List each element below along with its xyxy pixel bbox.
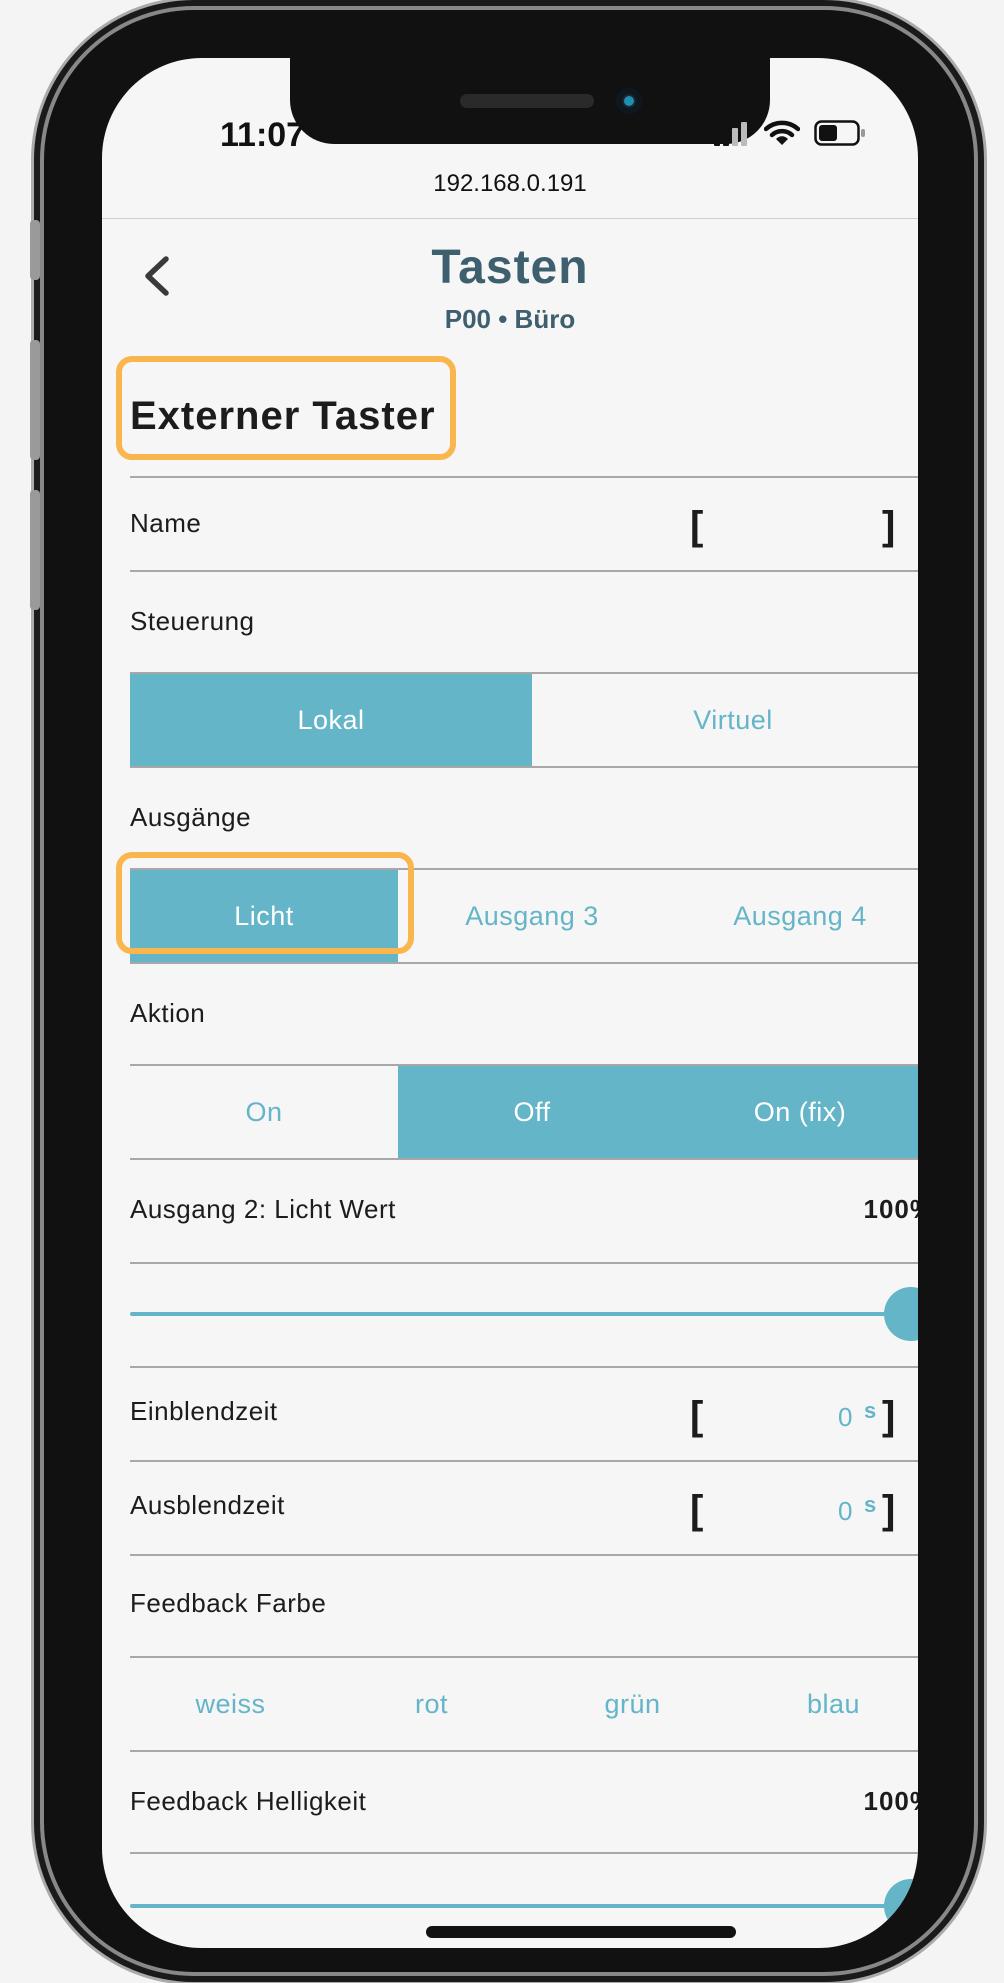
licht-wert-slider-thumb[interactable] bbox=[884, 1287, 918, 1341]
einblendzeit-bracket-open: [ bbox=[690, 1394, 704, 1438]
speaker bbox=[460, 94, 594, 108]
einblendzeit-bracket-close: ] bbox=[882, 1394, 896, 1438]
divider bbox=[130, 766, 918, 768]
phone-frame: 11:07 192.168.0.191 Tasten P00 • Büro Ex… bbox=[30, 10, 974, 1972]
status-icons bbox=[714, 120, 866, 146]
licht-wert-value: 100% bbox=[863, 1194, 919, 1224]
feedback-farbe-label: Feedback Farbe bbox=[130, 1588, 327, 1618]
wifi-icon bbox=[764, 120, 800, 145]
divider bbox=[130, 1750, 918, 1752]
name-label: Name bbox=[130, 508, 202, 538]
divider bbox=[130, 1366, 918, 1368]
screen: 11:07 192.168.0.191 Tasten P00 • Büro Ex… bbox=[102, 58, 918, 1948]
front-camera bbox=[616, 88, 642, 114]
feedback-farbe-option-blau[interactable]: blau bbox=[733, 1658, 918, 1750]
name-bracket-close: ] bbox=[882, 504, 896, 548]
divider bbox=[130, 1554, 918, 1556]
feedback-farbe-option-rot[interactable]: rot bbox=[331, 1658, 532, 1750]
ausblendzeit-unit: s bbox=[864, 1492, 877, 1517]
steuerung-option-lokal[interactable]: Lokal bbox=[130, 674, 532, 766]
licht-wert-slider-track[interactable] bbox=[130, 1312, 918, 1316]
volume-down-button bbox=[30, 490, 40, 610]
aktion-option-on[interactable]: On bbox=[130, 1066, 398, 1158]
feedback-helligkeit-value: 100% bbox=[863, 1786, 919, 1816]
volume-up-button bbox=[30, 340, 40, 460]
einblendzeit-unit: s bbox=[864, 1398, 877, 1423]
ausblendzeit-bracket-open: [ bbox=[690, 1488, 704, 1532]
ausblendzeit-input[interactable]: 0 bbox=[838, 1496, 852, 1527]
divider bbox=[130, 476, 918, 478]
feedback-helligkeit-slider-track[interactable] bbox=[130, 1904, 918, 1908]
silent-switch bbox=[30, 220, 40, 280]
feedback-farbe-option-weiss[interactable]: weiss bbox=[130, 1658, 331, 1750]
battery-icon bbox=[814, 120, 865, 146]
ausgaenge-label: Ausgänge bbox=[130, 802, 252, 832]
ausgaenge-option-ausgang-4[interactable]: Ausgang 4 bbox=[666, 870, 918, 962]
divider bbox=[130, 962, 918, 964]
ausblendzeit-bracket-close: ] bbox=[882, 1488, 896, 1532]
name-bracket-open: [ bbox=[690, 504, 704, 548]
name-input[interactable] bbox=[712, 506, 862, 548]
status-time: 11:07 bbox=[220, 116, 306, 154]
steuerung-label: Steuerung bbox=[130, 606, 255, 636]
highlight-frame-licht bbox=[116, 852, 414, 954]
aktion-option-off[interactable]: Off bbox=[398, 1066, 666, 1158]
home-indicator bbox=[426, 1926, 736, 1938]
divider bbox=[130, 1852, 918, 1854]
ausgaenge-option-ausgang-3[interactable]: Ausgang 3 bbox=[398, 870, 666, 962]
feedback-helligkeit-label: Feedback Helligkeit bbox=[130, 1786, 367, 1816]
aktion-option-on-fix[interactable]: On (fix) bbox=[666, 1066, 918, 1158]
notch bbox=[290, 58, 770, 144]
signal-icon bbox=[714, 122, 747, 146]
divider bbox=[130, 570, 918, 572]
feedback-farbe-option-gruen[interactable]: grün bbox=[532, 1658, 733, 1750]
einblendzeit-input[interactable]: 0 bbox=[838, 1402, 852, 1433]
einblendzeit-label: Einblendzeit bbox=[130, 1396, 278, 1426]
ausblendzeit-label: Ausblendzeit bbox=[130, 1490, 285, 1520]
url-divider bbox=[102, 218, 918, 219]
highlight-frame-section-title bbox=[116, 356, 456, 460]
browser-url[interactable]: 192.168.0.191 bbox=[102, 170, 918, 198]
divider bbox=[130, 1158, 918, 1160]
aktion-label: Aktion bbox=[130, 998, 206, 1028]
page-title: Tasten bbox=[431, 241, 589, 294]
divider bbox=[130, 1460, 918, 1462]
divider bbox=[130, 1262, 918, 1264]
page-subtitle: P00 • Büro bbox=[444, 304, 576, 334]
licht-wert-label: Ausgang 2: Licht Wert bbox=[130, 1194, 396, 1224]
steuerung-option-virtuel[interactable]: Virtuel bbox=[532, 674, 918, 766]
feedback-helligkeit-slider-thumb[interactable] bbox=[884, 1879, 918, 1933]
